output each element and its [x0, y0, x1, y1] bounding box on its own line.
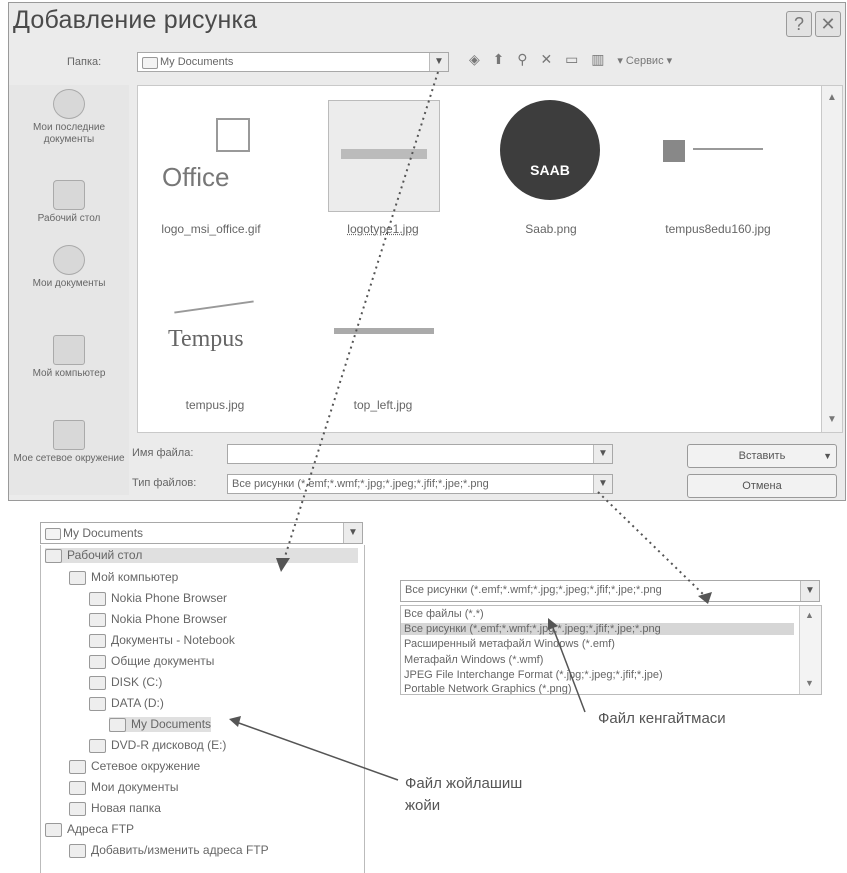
arrowhead-icon — [698, 592, 712, 604]
pointer-line-location — [235, 721, 399, 781]
pointer-line-filetype — [551, 624, 586, 713]
dotted-connector-filetype — [597, 491, 706, 597]
arrowhead-icon — [276, 558, 290, 572]
arrowhead-icon — [229, 716, 241, 727]
annotation-overlay — [229, 71, 712, 781]
dotted-connector-folder — [281, 71, 439, 567]
